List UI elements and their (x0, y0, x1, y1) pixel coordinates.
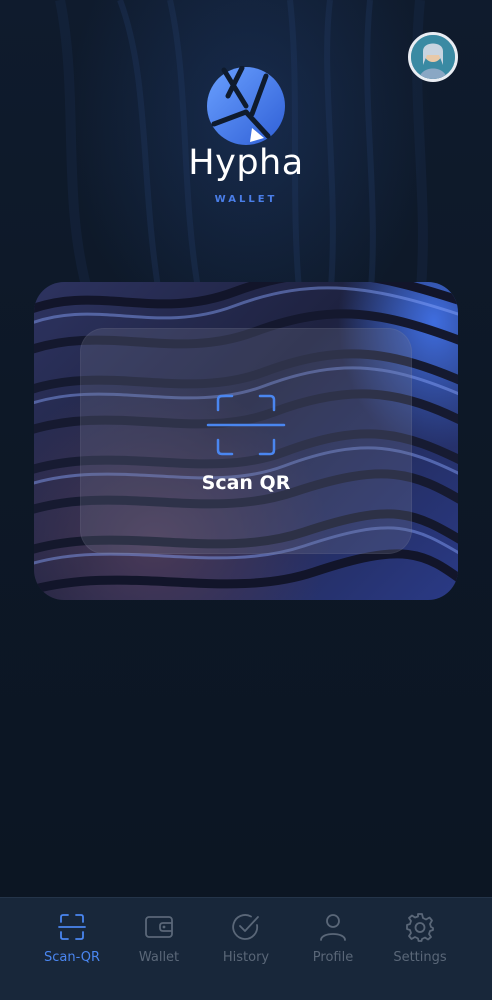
scan-qr-icon (58, 914, 86, 940)
nav-item-wallet[interactable]: Wallet (114, 912, 204, 972)
wallet-home-screen: Hypha WALLET Scan QR Scan-QR Wallet Hist… (0, 0, 492, 1000)
settings-gear-icon (406, 913, 434, 942)
bottom-navigation: Scan-QR Wallet History Profile Settings (0, 897, 492, 1000)
nav-label-scan-qr: Scan-QR (43, 950, 101, 965)
nav-label-settings: Settings (393, 950, 447, 965)
avatar-icon (411, 35, 455, 79)
nav-item-settings[interactable]: Settings (375, 912, 465, 972)
scan-qr-label[interactable]: Scan QR (146, 472, 346, 494)
profile-icon (320, 914, 346, 941)
nav-label-history: History (222, 950, 270, 965)
hypha-logo-icon (207, 66, 285, 145)
nav-item-profile[interactable]: Profile (288, 912, 378, 972)
nav-label-wallet: Wallet (138, 950, 180, 965)
user-avatar[interactable] (408, 32, 458, 82)
brand-subtitle: WALLET (214, 194, 278, 205)
history-check-icon (232, 914, 259, 940)
scan-qr-icon[interactable] (206, 394, 286, 456)
nav-label-profile: Profile (312, 950, 354, 965)
wallet-icon (145, 916, 173, 938)
nav-item-history[interactable]: History (201, 912, 291, 972)
nav-item-scan-qr[interactable]: Scan-QR (27, 912, 117, 972)
brand-name: Hypha (188, 143, 304, 183)
